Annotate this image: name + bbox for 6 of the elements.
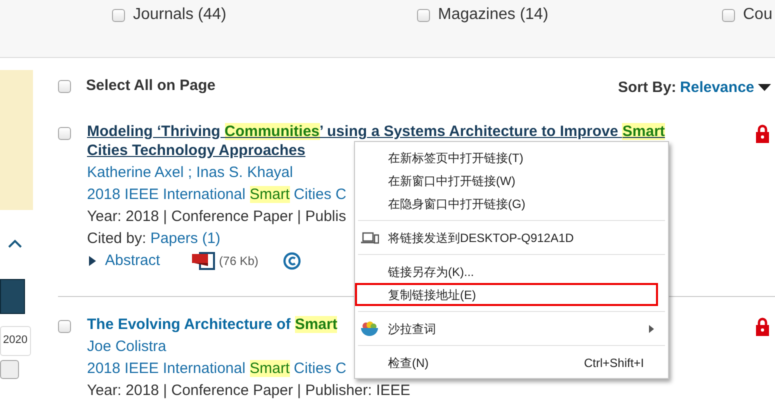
publication-info: Year: 2018 | Conference Paper | Publisher: IEEE — [87, 381, 410, 401]
publication-info: Year: 2018 | Conference Paper | Publis — [87, 207, 346, 227]
sort-label: Sort By: — [618, 78, 676, 98]
cited-by-label: Cited by: — [87, 230, 148, 247]
shortcut-label: Ctrl+Shift+I — [584, 354, 644, 372]
file-size: (76 Kb) — [219, 253, 258, 270]
